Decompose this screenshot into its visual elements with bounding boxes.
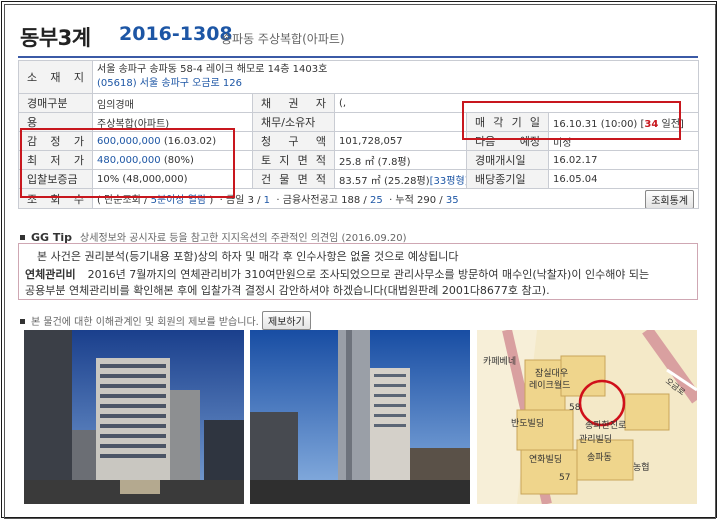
address-cell: 서울 송파구 송파동 58-4 레이크 해모로 14층 1403호 (05618…	[91, 60, 700, 94]
map-label-nam: 송파동	[587, 452, 612, 463]
view-stats-button[interactable]: 조회통계	[645, 190, 695, 208]
tip-line-fees-cont: 공용부분 연체관리비를 확인해본 후에 입찰가격 결정시 감안하셔야 하겠습니다…	[25, 284, 550, 297]
map-label-gwallyo: 관리빌딩	[579, 434, 612, 445]
report-button[interactable]: 제보하기	[262, 311, 311, 330]
sale-date-highlight	[462, 101, 681, 140]
map-label-cafe: 카페베네	[483, 356, 516, 367]
views-bank2: 25	[369, 195, 383, 206]
claim-value: 101,728,057	[334, 131, 467, 151]
building-area-label: 건 물 면 적	[252, 169, 335, 189]
start-date-value: 16.02.17	[547, 150, 700, 170]
auction-type-label: 경매구분	[18, 93, 93, 113]
creditor-label: 채 권 자	[252, 93, 335, 113]
report-text: 본 물건에 대한 이해관계인 및 회원의 제보를 받습니다.	[31, 317, 259, 328]
building-area-cell: 83.57 ㎡ (25.28평)[33평형]	[334, 169, 467, 189]
case-header: 동부3계 2016-1308 송파동 주상복합(아파트)	[18, 18, 698, 58]
debtor-value	[334, 112, 467, 132]
map-label-bandi: 반도빌딩	[511, 418, 544, 429]
gg-tip-box: 본 사건은 권리분석(등기내용 포함)상의 하자 및 매각 후 인수사항은 없을…	[18, 243, 698, 300]
property-subtitle: 송파동 주상복합(아파트)	[221, 32, 345, 46]
views-today2: 1	[263, 195, 271, 206]
claim-label: 청 구 액	[252, 131, 335, 151]
building-area-value: 83.57 ㎡ (25.28평)	[339, 175, 430, 187]
building-area-extra[interactable]: [33평형]	[430, 176, 466, 187]
report-row: 본 물건에 대한 이해관계인 및 회원의 제보를 받습니다. 제보하기	[18, 311, 311, 330]
tip-line-rights: 본 사건은 권리분석(등기내용 포함)상의 하자 및 매각 후 인수사항은 없을…	[37, 250, 459, 263]
location-label: 소 재 지	[18, 60, 93, 94]
views-total2: 35	[445, 195, 459, 206]
map-label-yeonhwa: 연화빌딩	[529, 454, 562, 465]
location-map-image: 카페베네 잠실대우 레이크월드 58 반도빌딩 연화빌딩 송파한진로 관리빌딩 …	[477, 330, 697, 504]
case-number: 2016-1308	[119, 23, 233, 45]
building-photo-2[interactable]	[250, 330, 470, 504]
bullet-icon	[20, 235, 25, 240]
price-highlight	[20, 128, 235, 198]
land-area-label: 토 지 면 적	[252, 150, 335, 170]
views-total-label: · 누적	[389, 195, 414, 206]
road-address-link[interactable]: (05618) 서울 송파구 오금로 126	[97, 77, 694, 91]
map-label-lake2: 레이크월드	[529, 379, 570, 391]
map-label-num: 58	[569, 403, 581, 413]
auction-type-value: 임의경매	[92, 93, 253, 113]
building-photo-1[interactable]	[24, 330, 244, 504]
court-name: 동부3계	[20, 26, 91, 50]
building-photo-1-image	[24, 330, 244, 504]
views-bank-label: · 금융사전공고	[276, 195, 338, 206]
tip-line-fees: 연체관리비 2016년 7월까지의 연체관리비가 310여만원으로 조사되었으므로…	[25, 266, 649, 282]
views-bank: 188	[341, 195, 361, 206]
map-label-lake1: 잠실대우	[535, 368, 568, 379]
dividend-value: 16.05.04	[547, 169, 700, 189]
views-today-sep: /	[253, 195, 264, 206]
tip-fees-text: 2016년 7월까지의 연체관리비가 310여만원으로 조사되었으므로 관리사무…	[87, 268, 650, 281]
debtor-label: 채무/소유자	[252, 112, 335, 132]
gg-tip-header: GG Tip 상세정보와 공시자료 등을 참고한 지지옥션의 주관적인 의견임 (…	[18, 229, 698, 244]
start-date-label: 경매개시일	[466, 150, 549, 170]
map-label-songpa: 송파한진로	[585, 420, 626, 431]
map-label-57: 57	[559, 473, 570, 483]
views-total: 290	[417, 195, 437, 206]
tip-fees-title: 연체관리비	[25, 268, 76, 281]
building-photo-2-image	[250, 330, 470, 504]
land-area-value: 25.8 ㎡ (7.8평)	[334, 150, 467, 170]
map-label-nhyup: 농협	[633, 461, 650, 473]
address-line: 서울 송파구 송파동 58-4 레이크 해모로 14층 1403호	[97, 64, 328, 75]
location-map[interactable]: 카페베네 잠실대우 레이크월드 58 반도빌딩 연화빌딩 송파한진로 관리빌딩 …	[477, 330, 697, 504]
bullet-icon	[20, 319, 25, 324]
dividend-label: 배당종기일	[466, 169, 549, 189]
